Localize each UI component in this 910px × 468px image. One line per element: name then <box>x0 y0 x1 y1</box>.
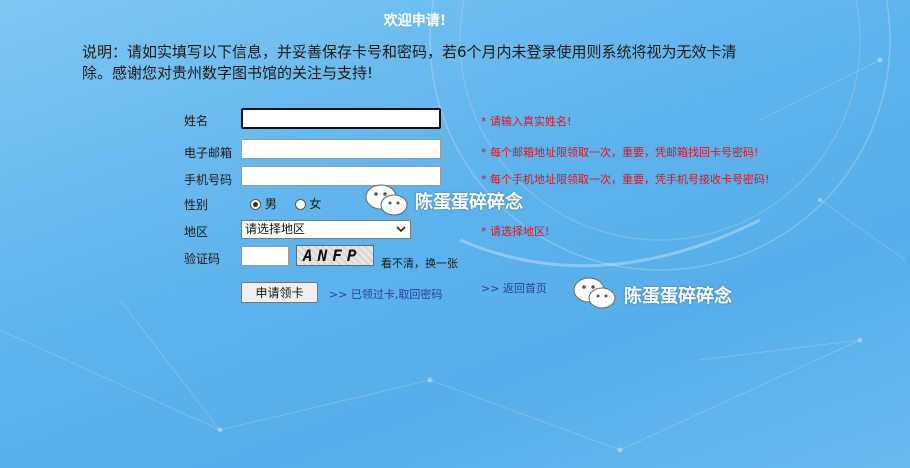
captcha-refresh-link[interactable]: 看不清，换一张 <box>381 255 458 271</box>
wechat-icon <box>365 184 408 216</box>
gender-group: 男 女 <box>250 195 321 212</box>
gender-female-label: 女 <box>309 197 322 211</box>
wechat-icon <box>573 277 616 309</box>
name-input[interactable] <box>241 108 441 129</box>
page-title: 欢迎申请! <box>383 13 447 29</box>
gender-male-label: 男 <box>264 197 277 211</box>
region-hint: * 请选择地区! <box>481 225 550 238</box>
region-label: 地区 <box>184 225 209 239</box>
phone-label: 手机号码 <box>184 173 233 187</box>
phone-input[interactable] <box>241 166 441 186</box>
name-hint: * 请输入真实姓名! <box>481 115 572 128</box>
captcha-input[interactable] <box>241 246 289 266</box>
retrieve-password-link[interactable]: >> 已领过卡,取回密码 <box>329 286 442 302</box>
watermark-text: 陈蛋蛋碎碎念 <box>624 286 732 307</box>
captcha-label: 验证码 <box>184 252 221 266</box>
email-hint: * 每个邮箱地址限领取一次，重要，凭邮箱找回卡号密码! <box>481 146 759 159</box>
email-label: 电子邮箱 <box>184 146 233 160</box>
captcha-image[interactable]: ANFP <box>296 245 374 266</box>
region-selected-value: 请选择地区 <box>245 222 306 236</box>
phone-hint: * 每个手机地址限领取一次，重要，凭手机号接收卡号密码! <box>481 173 770 186</box>
submit-button[interactable]: 申请领卡 <box>241 282 318 303</box>
watermark-text: 陈蛋蛋碎碎念 <box>415 192 523 213</box>
intro-text: 说明：请如实填写以下信息，并妥善保存卡号和密码，若6个月内未登录使用则系统将视为… <box>82 43 737 82</box>
home-link[interactable]: >> 返回首页 <box>481 280 547 296</box>
chevron-down-icon <box>396 226 406 233</box>
gender-label: 性别 <box>184 198 209 212</box>
email-input[interactable] <box>241 139 441 159</box>
gender-female-radio[interactable] <box>294 199 306 210</box>
name-label: 姓名 <box>184 114 209 128</box>
region-select[interactable]: 请选择地区 <box>241 220 411 239</box>
gender-male-radio[interactable] <box>250 199 261 210</box>
